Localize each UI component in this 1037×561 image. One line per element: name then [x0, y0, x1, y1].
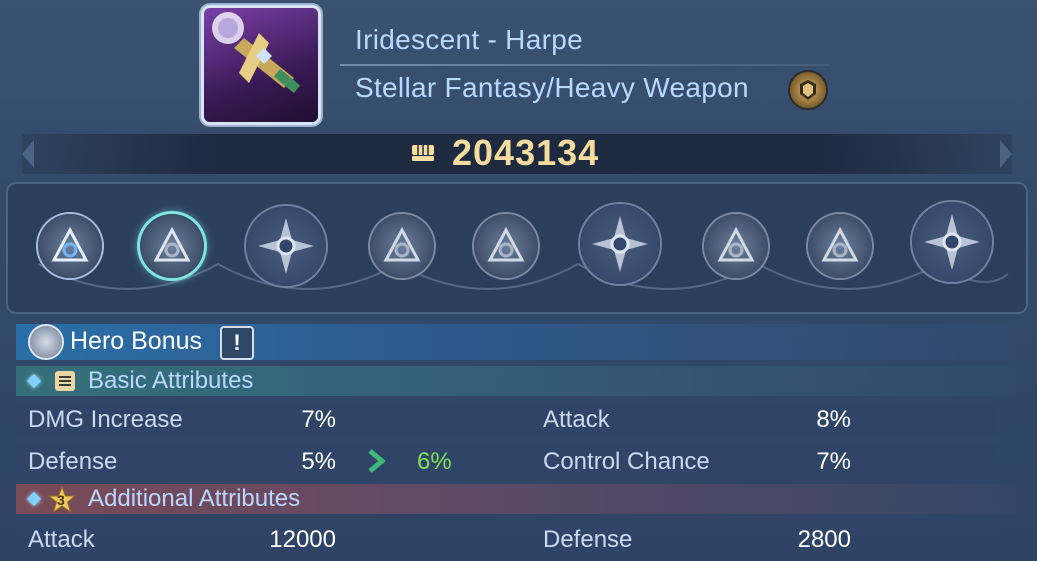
node-sigil-icon	[153, 226, 191, 262]
node-sigil-icon	[717, 226, 755, 262]
node-sigil-icon	[383, 226, 421, 262]
star-node-2[interactable]	[140, 214, 204, 278]
compass-star-icon	[592, 216, 648, 272]
item-icon[interactable]	[204, 8, 318, 122]
upgrade-arrow-icon	[368, 449, 386, 473]
stat-label: Defense	[543, 526, 633, 553]
compass-star-icon	[258, 218, 314, 274]
stat-label: Control Chance	[543, 448, 710, 475]
divider	[340, 64, 830, 66]
star-badge-icon: 3	[47, 485, 77, 514]
stat-label: Defense	[28, 448, 118, 475]
constellation-panel	[6, 182, 1028, 314]
stat-value: 7%	[301, 406, 336, 433]
badge-count: 3	[57, 492, 65, 508]
fist-icon	[412, 145, 434, 161]
additional-attributes-title: Additional Attributes	[88, 485, 301, 512]
star-node-8[interactable]	[808, 214, 872, 278]
item-type: Stellar Fantasy/Heavy Weapon	[355, 72, 749, 103]
stat-value: 12000	[269, 526, 336, 553]
stat-value: 7%	[816, 448, 851, 475]
stat-value: 8%	[816, 406, 851, 433]
compass-star-icon	[924, 214, 980, 270]
star-node-3[interactable]	[246, 206, 326, 286]
heavy-weapon-badge-icon[interactable]	[790, 72, 826, 108]
star-node-4[interactable]	[370, 214, 434, 278]
basic-attributes-title: Basic Attributes	[88, 367, 254, 394]
power-value: 2043134	[452, 132, 600, 173]
node-sigil-icon	[821, 226, 859, 262]
star-node-9[interactable]	[912, 202, 992, 282]
hero-bonus-title: Hero Bonus	[70, 327, 203, 355]
info-button[interactable]: !	[220, 326, 254, 360]
stat-value: 2800	[797, 526, 851, 553]
list-icon	[55, 371, 75, 391]
star-node-5[interactable]	[474, 214, 538, 278]
upgrade-value: 6%	[417, 448, 452, 475]
item-name: Iridescent - Harpe	[355, 24, 583, 55]
stat-label: DMG Increase	[28, 406, 183, 433]
star-node-7[interactable]	[704, 214, 768, 278]
node-sigil-icon	[487, 226, 525, 262]
node-sigil-icon	[51, 226, 89, 262]
stat-label: Attack	[28, 526, 95, 553]
stat-value: 5%	[301, 448, 336, 475]
star-node-1[interactable]	[38, 214, 102, 278]
star-node-6[interactable]	[580, 204, 660, 284]
hero-avatar-icon	[30, 326, 62, 358]
stat-label: Attack	[543, 406, 610, 433]
harpe-weapon-icon	[212, 12, 301, 94]
